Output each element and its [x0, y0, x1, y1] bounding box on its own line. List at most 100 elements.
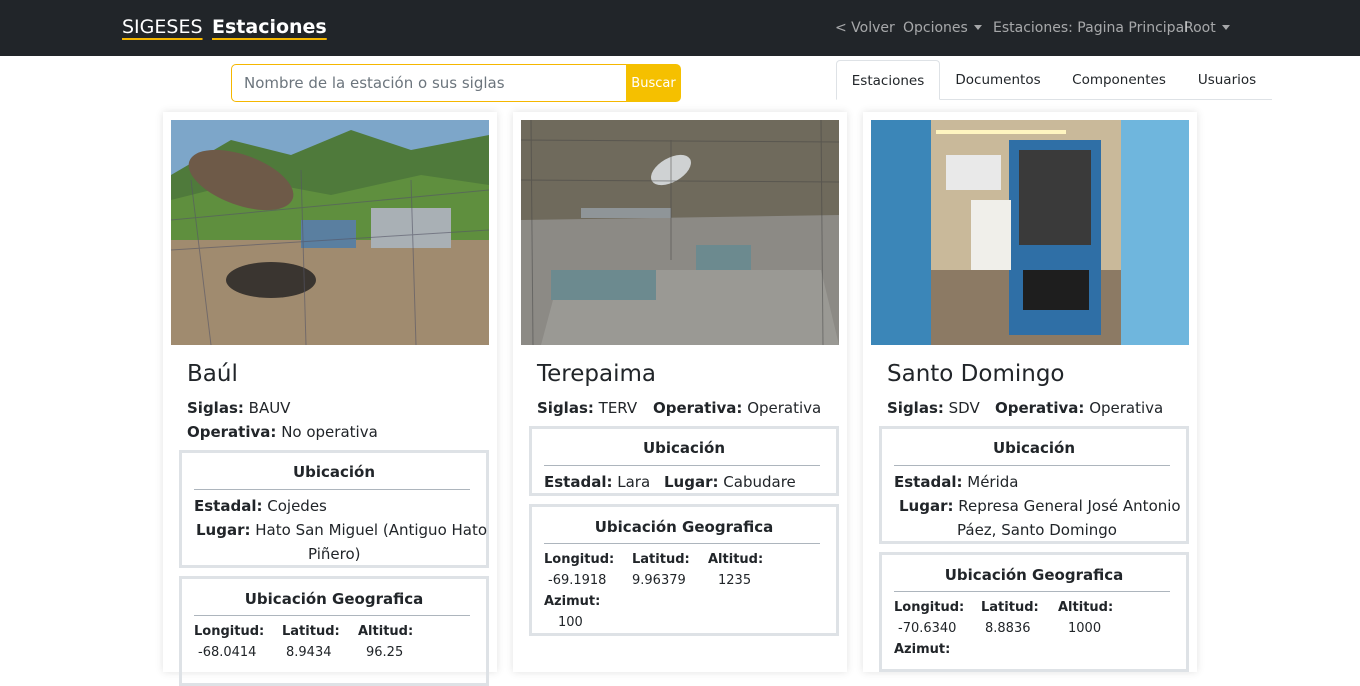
altitud-label: Altitud:: [708, 552, 764, 567]
siglas-value: SDV: [948, 399, 980, 417]
latitud-value: 9.96379: [632, 573, 686, 588]
siglas-row: Siglas: TERV: [537, 399, 637, 417]
tab-documentos[interactable]: Documentos: [940, 60, 1056, 100]
altitud-label: Altitud:: [1058, 600, 1114, 615]
siglas-row: Siglas: SDV: [887, 399, 980, 417]
lugar-row: Lugar: Cabudare: [664, 473, 796, 491]
azimut-value: 100: [558, 615, 583, 630]
user-dropdown[interactable]: Root: [1184, 20, 1230, 36]
altitud-label: Altitud:: [358, 624, 414, 639]
operativa-value: Operativa: [1089, 399, 1164, 417]
station-name: Santo Domingo: [887, 361, 1065, 387]
user-label: Root: [1184, 20, 1216, 36]
station-card-terepaima[interactable]: Terepaima Siglas: TERV Operativa: Operat…: [513, 112, 847, 672]
altitud-value: 96.25: [366, 645, 404, 660]
station-photo: [171, 120, 489, 345]
lugar-label: Lugar:: [664, 473, 719, 491]
search-input[interactable]: [231, 64, 627, 102]
station-photo: [521, 120, 839, 345]
ubicacion-box: Ubicación Estadal: Mérida Lugar: Represa…: [879, 426, 1189, 544]
latitud-label: Latitud:: [632, 552, 690, 567]
altitud-value: 1000: [1068, 621, 1102, 636]
lugar-value: Hato San Miguel (Antiguo Hato: [255, 521, 488, 539]
estadal-label: Estadal:: [894, 473, 963, 491]
lugar-label: Lugar:: [196, 521, 251, 539]
siglas-label: Siglas:: [187, 399, 244, 417]
lugar-value-cont: Páez, Santo Domingo: [957, 521, 1117, 539]
station-name: Terepaima: [537, 361, 656, 387]
azimut-label: Azimut:: [894, 642, 951, 657]
top-navbar: SIGESES Estaciones < Volver Opciones Est…: [0, 0, 1360, 56]
siglas-value: BAUV: [248, 399, 291, 417]
longitud-label: Longitud:: [194, 624, 265, 639]
divider: [544, 465, 820, 466]
siglas-label: Siglas:: [887, 399, 944, 417]
tab-usuarios[interactable]: Usuarios: [1186, 60, 1268, 100]
longitud-value: -70.6340: [898, 621, 957, 636]
latitud-value: 8.9434: [286, 645, 332, 660]
geo-title: Ubicación Geografica: [944, 566, 1124, 584]
estadal-row: Estadal: Lara: [544, 473, 650, 491]
estadal-value: Mérida: [967, 473, 1019, 491]
tab-bar: Estaciones Documentos Componentes Usuari…: [836, 60, 1272, 100]
operativa-row: Operativa: No operativa: [187, 423, 378, 441]
divider: [194, 489, 470, 490]
operativa-label: Operativa:: [187, 423, 277, 441]
geo-box: Ubicación Geografica Longitud: Latitud: …: [179, 576, 489, 686]
longitud-label: Longitud:: [544, 552, 615, 567]
estadal-value: Lara: [617, 473, 651, 491]
divider: [894, 465, 1170, 466]
estadal-value: Cojedes: [267, 497, 327, 515]
latitud-value: 8.8836: [985, 621, 1031, 636]
estadal-label: Estadal:: [194, 497, 263, 515]
section-link[interactable]: Estaciones: [212, 16, 327, 38]
operativa-label: Operativa:: [995, 399, 1085, 417]
ubicacion-title: Ubicación: [992, 439, 1076, 457]
longitud-value: -68.0414: [198, 645, 257, 660]
search-button[interactable]: Buscar: [626, 64, 681, 102]
back-link[interactable]: < Volver: [835, 20, 895, 36]
operativa-row: Operativa: Operativa: [653, 399, 821, 417]
azimut-label: Azimut:: [544, 594, 601, 609]
siglas-row: Siglas: BAUV: [187, 399, 290, 417]
geo-box: Ubicación Geografica Longitud: Latitud: …: [879, 552, 1189, 672]
tab-estaciones[interactable]: Estaciones: [836, 60, 940, 100]
station-card-baul[interactable]: Baúl Siglas: BAUV Operativa: No operativ…: [163, 112, 497, 686]
estadal-label: Estadal:: [544, 473, 613, 491]
estadal-row: Estadal: Cojedes: [194, 497, 327, 515]
divider: [544, 543, 820, 544]
operativa-value: Operativa: [747, 399, 822, 417]
tab-componentes[interactable]: Componentes: [1060, 60, 1178, 100]
ubicacion-title: Ubicación: [642, 439, 726, 457]
ubicacion-box: Ubicación Estadal: Cojedes Lugar: Hato S…: [179, 450, 489, 568]
station-card-santo-domingo[interactable]: Santo Domingo Siglas: SDV Operativa: Ope…: [863, 112, 1197, 672]
operativa-row: Operativa: Operativa: [995, 399, 1163, 417]
latitud-label: Latitud:: [282, 624, 340, 639]
ubicacion-box: Ubicación Estadal: Lara Lugar: Cabudare: [529, 426, 839, 496]
station-name: Baúl: [187, 361, 238, 387]
longitud-value: -69.1918: [548, 573, 607, 588]
longitud-label: Longitud:: [894, 600, 965, 615]
lugar-label: Lugar:: [899, 497, 954, 515]
options-dropdown[interactable]: Opciones: [903, 20, 982, 36]
lugar-value: Represa General José Antonio: [958, 497, 1181, 515]
geo-title: Ubicación Geografica: [594, 518, 774, 536]
divider: [194, 615, 470, 616]
lugar-value: Cabudare: [723, 473, 796, 491]
geo-box: Ubicación Geografica Longitud: Latitud: …: [529, 504, 839, 636]
latitud-label: Latitud:: [981, 600, 1039, 615]
divider: [894, 591, 1170, 592]
operativa-value: No operativa: [281, 423, 378, 441]
station-photo: [871, 120, 1189, 345]
siglas-value: TERV: [598, 399, 638, 417]
home-link[interactable]: Estaciones: Pagina Principal: [993, 20, 1188, 36]
lugar-row: Lugar: Represa General José Antonio: [899, 497, 1181, 515]
altitud-value: 1235: [718, 573, 752, 588]
brand-link[interactable]: SIGESES: [122, 16, 203, 38]
lugar-value-cont: Piñero): [308, 545, 361, 563]
lugar-row: Lugar: Hato San Miguel (Antiguo Hato: [196, 521, 487, 539]
siglas-label: Siglas:: [537, 399, 594, 417]
estadal-row: Estadal: Mérida: [894, 473, 1018, 491]
geo-title: Ubicación Geografica: [244, 590, 424, 608]
operativa-label: Operativa:: [653, 399, 743, 417]
